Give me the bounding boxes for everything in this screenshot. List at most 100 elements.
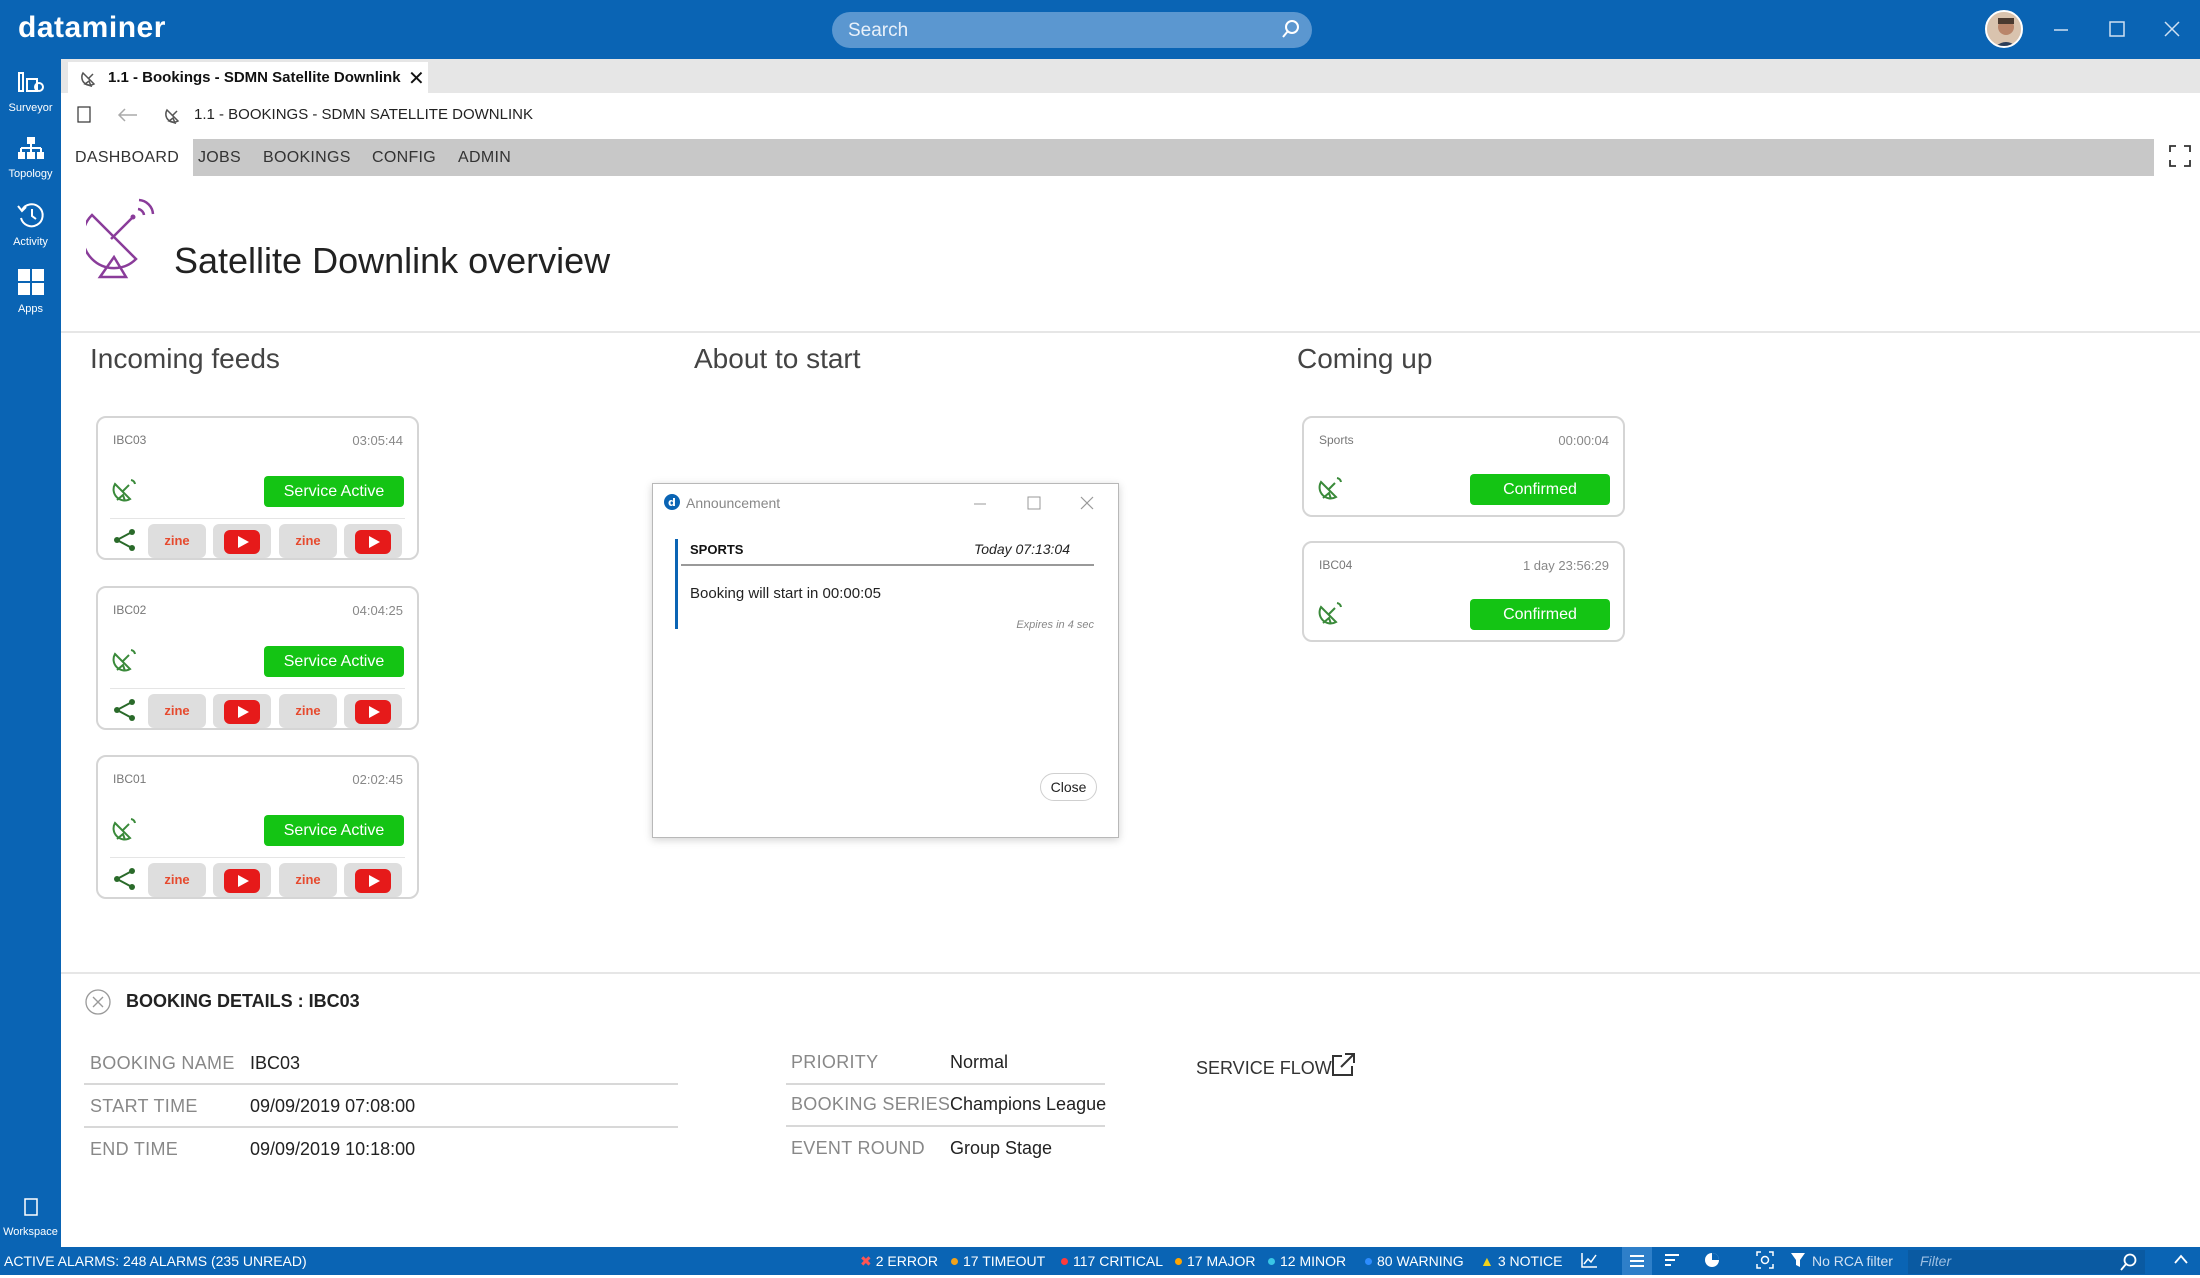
feed-card-ibc03[interactable]: IBC03 03:05:44 Service Active zine zine [96,416,419,560]
confirmed-button[interactable]: Confirmed [1470,599,1610,630]
zine-button[interactable]: zine [148,524,206,558]
fullscreen-icon[interactable] [2168,144,2192,173]
youtube-icon [224,869,260,893]
zine-button[interactable]: zine [279,524,337,558]
tab-jobs[interactable]: JOBS [184,139,255,176]
rail-item-activity[interactable]: Activity [0,201,61,248]
dataminer-icon: d [663,493,681,516]
surveyor-icon [17,72,44,92]
filter-input[interactable]: Filter [1920,1253,1951,1269]
rail-item-topology[interactable]: Topology [0,135,61,180]
critical-count[interactable]: 117 CRITICAL [1061,1253,1163,1269]
feed-card-ibc01[interactable]: IBC01 02:02:45 Service Active zine zine [96,755,419,899]
close-button[interactable]: Close [1040,773,1097,801]
rca-filter[interactable]: No RCA filter [1812,1253,1893,1269]
feed-time: 03:05:44 [352,433,403,448]
warning-count[interactable]: 80 WARNING [1365,1253,1464,1269]
back-arrow-icon[interactable] [115,105,139,130]
external-link-icon[interactable] [1328,1050,1358,1085]
list-view-icon[interactable] [1622,1247,1652,1275]
tab-admin[interactable]: ADMIN [444,139,525,176]
zine-button[interactable]: zine [148,863,206,897]
rail-item-surveyor[interactable]: Surveyor [0,69,61,114]
history-icon [16,203,44,228]
tab-dashboard[interactable]: DASHBOARD [61,139,194,176]
share-icon[interactable] [112,528,138,557]
rail-item-workspace[interactable]: Workspace [0,1195,61,1238]
satellite-dish-logo-icon [81,195,156,286]
share-icon[interactable] [112,867,138,896]
focus-icon[interactable] [1756,1251,1774,1272]
minimize-icon[interactable] [971,494,989,517]
satellite-dish-icon [112,815,138,846]
timeout-count[interactable]: 17 TIMEOUT [951,1253,1045,1269]
coming-card-ibc04[interactable]: IBC04 1 day 23:56:29 Confirmed [1302,541,1625,642]
maximize-icon[interactable] [1025,494,1043,517]
accent-bar [675,539,678,629]
minor-label: 12 MINOR [1280,1253,1347,1269]
search-icon[interactable] [2118,1252,2138,1275]
service-active-button[interactable]: Service Active [264,815,404,846]
feed-time: 04:04:25 [352,603,403,618]
error-icon: ✖ [860,1253,872,1269]
minimize-icon[interactable] [2046,14,2076,44]
service-flow-link[interactable]: SERVICE FLOW [1196,1058,1332,1079]
search-icon[interactable] [1280,18,1302,45]
chevron-up-icon[interactable] [2172,1251,2190,1272]
divider [681,564,1094,566]
service-active-button[interactable]: Service Active [264,646,404,677]
apps-icon [17,269,44,295]
feed-name: IBC02 [113,603,147,617]
notice-count[interactable]: ▲ 3 NOTICE [1480,1253,1562,1269]
warning-label: 80 WARNING [1377,1253,1464,1269]
youtube-button[interactable] [213,863,271,897]
confirmed-button[interactable]: Confirmed [1470,474,1610,505]
zine-button[interactable]: zine [279,694,337,728]
youtube-button[interactable] [213,524,271,558]
alarm-filter-field[interactable]: Filter [1908,1250,2145,1274]
column-title-about: About to start [694,343,861,374]
avatar[interactable] [1985,10,2023,48]
card-view-icon[interactable] [77,106,91,129]
divider [61,331,2200,333]
tab-bookings-nav[interactable]: BOOKINGS [249,139,365,176]
tab-label: 1.1 - Bookings - SDMN Satellite Downlink [108,69,401,86]
close-icon[interactable] [1078,494,1096,517]
youtube-button[interactable] [213,694,271,728]
rail-item-apps[interactable]: Apps [0,268,61,315]
search-box[interactable]: Search [832,12,1312,48]
close-tab-icon[interactable]: ✕ [408,66,425,91]
search-input[interactable]: Search [848,20,908,42]
coming-card-sports[interactable]: Sports 00:00:04 Confirmed [1302,416,1625,517]
share-icon[interactable] [112,698,138,727]
sort-icon[interactable] [1663,1251,1681,1272]
booking-name: Sports [1319,433,1354,447]
tab-bookings[interactable]: 1.1 - Bookings - SDMN Satellite Downlink… [68,62,428,93]
youtube-button[interactable] [344,694,402,728]
filter-icon[interactable] [1790,1251,1806,1272]
pie-chart-icon[interactable] [1703,1251,1721,1272]
youtube-button[interactable] [344,863,402,897]
error-count[interactable]: ✖ 2 ERROR [860,1253,938,1270]
event-round-value: Group Stage [950,1138,1053,1158]
end-time-value: 09/09/2019 10:18:00 [250,1139,416,1159]
active-alarms[interactable]: ACTIVE ALARMS: 248 ALARMS (235 UNREAD) [4,1253,307,1269]
service-active-button[interactable]: Service Active [264,476,404,507]
trend-icon[interactable] [1580,1251,1598,1272]
tab-config[interactable]: CONFIG [358,139,450,176]
status-bar: ACTIVE ALARMS: 248 ALARMS (235 UNREAD) ✖… [0,1247,2200,1275]
close-details-icon[interactable] [84,988,112,1021]
close-window-icon[interactable] [2157,14,2187,44]
minor-count[interactable]: 12 MINOR [1268,1253,1346,1269]
priority-label: PRIORITY [791,1052,879,1072]
satellite-dish-icon [112,476,138,507]
youtube-button[interactable] [344,524,402,558]
booking-series-label: BOOKING SERIES [791,1094,951,1114]
feed-card-ibc02[interactable]: IBC02 04:04:25 Service Active zine zine [96,586,419,730]
zine-button[interactable]: zine [148,694,206,728]
major-count[interactable]: 17 MAJOR [1175,1253,1255,1269]
divider [110,688,405,689]
minor-dot [1268,1258,1275,1265]
maximize-icon[interactable] [2102,14,2132,44]
zine-button[interactable]: zine [279,863,337,897]
